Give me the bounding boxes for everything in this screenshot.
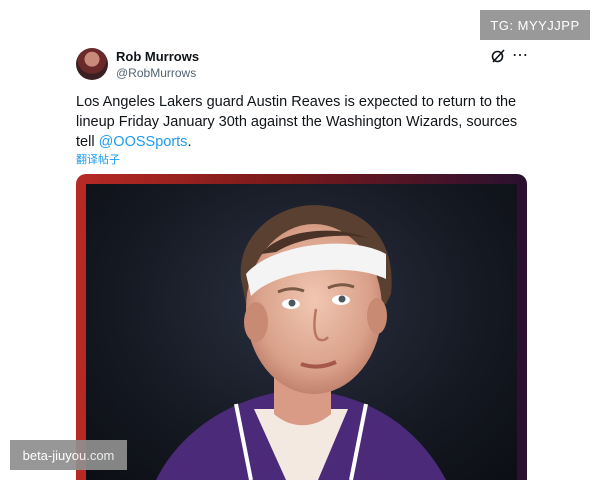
tg-watermark-badge: TG: MYYJJPP	[480, 10, 590, 40]
tweet-media-photo[interactable]	[76, 174, 527, 480]
player-photo-illustration	[156, 205, 446, 480]
author-avatar[interactable]	[76, 48, 108, 80]
tweet-card[interactable]: Rob Murrows @RobMurrows ⋯ Los Angeles La…	[60, 40, 540, 480]
grok-icon[interactable]	[490, 48, 506, 64]
more-options-icon[interactable]: ⋯	[512, 45, 529, 65]
site-watermark-badge: beta-jiuyou.com	[10, 440, 127, 470]
photo-background	[86, 184, 517, 480]
mention-link[interactable]: @OOSSports	[99, 134, 188, 150]
author-handle[interactable]: @RobMurrows	[116, 66, 196, 80]
translate-post-link[interactable]: 翻译帖子	[76, 151, 120, 167]
tweet-text: Los Angeles Lakers guard Austin Reaves i…	[76, 92, 526, 152]
author-name[interactable]: Rob Murrows	[116, 49, 199, 64]
tweet-text-end: .	[187, 134, 192, 150]
